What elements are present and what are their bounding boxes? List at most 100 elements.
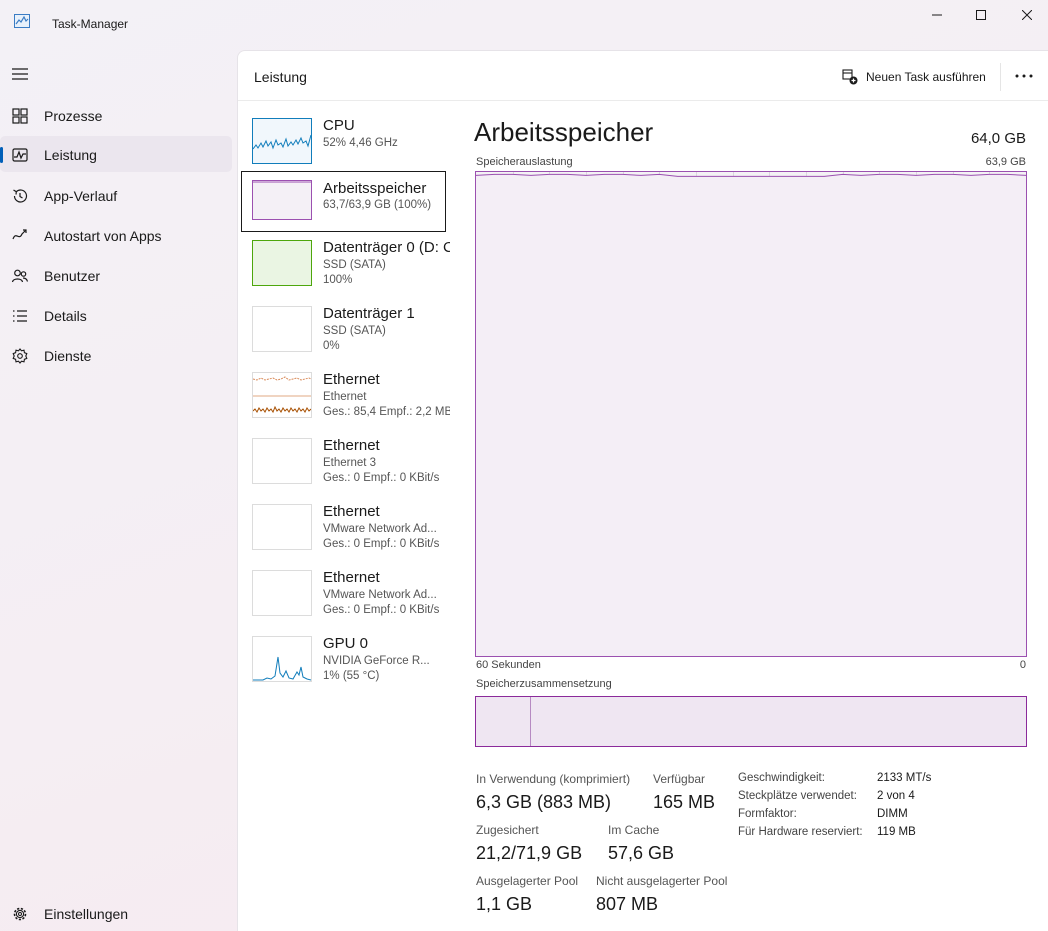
memory-in-use-segment [476, 697, 531, 746]
paged-pool-label: Ausgelagerter Pool [476, 874, 579, 888]
minimize-icon [932, 14, 942, 16]
ethernet-thumbnail-graph [252, 372, 312, 418]
ethernet-thumbnail-graph [252, 504, 312, 550]
device-item-disk-1[interactable]: Datenträger 1 SSD (SATA) 0% [242, 299, 446, 361]
in-use-label: In Verwendung (komprimiert) [476, 772, 631, 786]
memory-usage-area [476, 174, 1026, 656]
task-manager-app-icon [14, 14, 30, 28]
disk-1-thumbnail-graph [252, 306, 312, 352]
sidebar-item-performance[interactable]: Leistung [0, 136, 232, 172]
device-detail: 1% (55 °C) [323, 670, 380, 682]
in-use-value: 6,3 GB (883 MB) [476, 792, 612, 812]
device-detail: 52% 4,46 GHz [323, 137, 398, 149]
memory-total: 64,0 GB [970, 130, 1026, 147]
device-item-ethernet-1[interactable]: Ethernet Ethernet Ges.: 85,4 Empf.: 2,2 … [242, 365, 450, 427]
hamburger-menu-icon[interactable] [12, 68, 28, 80]
time-axis-end: 0 [1019, 659, 1026, 671]
sidebar-item-label: Leistung [44, 147, 97, 163]
disk-0-thumbnail-graph [252, 240, 312, 286]
run-new-task-button[interactable]: Neuen Task ausführen [842, 67, 986, 87]
page-title: Leistung [254, 69, 307, 85]
available-value: 165 MB [653, 792, 716, 812]
device-item-gpu-0[interactable]: GPU 0 NVIDIA GeForce R... 1% (55 °C) [242, 629, 446, 691]
hardware-reserved-label: Für Hardware reserviert: [738, 826, 863, 838]
speed-value: 2133 MT/s [877, 772, 932, 784]
gpu-thumbnail-graph [252, 636, 312, 682]
sidebar-item-services[interactable]: Dienste [0, 337, 232, 373]
sidebar-item-processes[interactable]: Prozesse [0, 97, 232, 133]
gear-icon [13, 907, 27, 921]
ethernet-thumbnail-graph [252, 438, 312, 484]
nonpaged-pool-label: Nicht ausgelagerter Pool [596, 874, 728, 888]
device-detail: SSD (SATA) [323, 325, 386, 337]
device-name: Ethernet [323, 437, 380, 454]
services-icon [12, 348, 28, 364]
maximize-icon [976, 10, 986, 20]
header-divider [1000, 63, 1001, 91]
device-item-ethernet-2[interactable]: Ethernet Ethernet 3 Ges.: 0 Empf.: 0 KBi… [242, 431, 446, 493]
performance-panel: Leistung Neuen Task ausführen CPU 52% 4,… [237, 50, 1048, 931]
device-item-memory[interactable]: Arbeitsspeicher 63,7/63,9 GB (100%) [241, 171, 446, 232]
sidebar-item-settings[interactable]: Einstellungen [0, 895, 232, 931]
panel-header: Leistung Neuen Task ausführen [238, 51, 1048, 101]
device-name: Ethernet [323, 569, 380, 586]
device-detail: 63,7/63,9 GB (100%) [323, 199, 432, 211]
device-name: Arbeitsspeicher [323, 180, 427, 197]
maximize-button[interactable] [958, 0, 1004, 30]
device-name: Datenträger 1 [323, 305, 415, 322]
device-item-disk-0[interactable]: Datenträger 0 (D: C SSD (SATA) 100% [242, 233, 450, 295]
more-options-icon[interactable] [1014, 73, 1034, 79]
active-indicator [0, 147, 3, 163]
hardware-reserved-value: 119 MB [877, 826, 916, 838]
device-name: CPU [323, 117, 355, 134]
composition-label: Speicherzusammensetzung [476, 678, 612, 690]
device-item-ethernet-4[interactable]: Ethernet VMware Network Ad... Ges.: 0 Em… [242, 563, 446, 625]
device-detail: Ethernet [323, 391, 367, 403]
device-detail: VMware Network Ad... [323, 589, 437, 601]
sidebar-item-users[interactable]: Benutzer [0, 257, 232, 293]
device-detail: Ges.: 0 Empf.: 0 KBit/s [323, 538, 440, 550]
device-detail: 0% [323, 340, 340, 352]
usage-graph-label: Speicherauslastung [476, 156, 573, 168]
form-factor-label: Formfaktor: [738, 808, 797, 820]
device-name: GPU 0 [323, 635, 369, 652]
sidebar-item-label: Benutzer [44, 268, 101, 284]
device-name: Ethernet [323, 371, 380, 388]
form-factor-value: DIMM [877, 808, 908, 820]
device-name: Ethernet [323, 503, 380, 520]
close-button[interactable] [1004, 0, 1048, 30]
sidebar-item-label: Dienste [44, 348, 92, 364]
slots-label: Steckplätze verwendet: [738, 790, 857, 802]
new-task-icon [842, 69, 858, 85]
cpu-thumbnail-graph [252, 118, 312, 164]
sidebar-item-app-history[interactable]: App-Verlauf [0, 177, 232, 213]
memory-thumbnail-graph [252, 180, 312, 220]
nonpaged-pool-value: 807 MB [596, 894, 659, 914]
device-detail: 100% [323, 274, 353, 286]
usage-graph-max: 63,9 GB [985, 156, 1026, 168]
slots-value: 2 von 4 [877, 790, 915, 802]
device-detail: Ges.: 0 Empf.: 0 KBit/s [323, 604, 440, 616]
device-detail: SSD (SATA) [323, 259, 386, 271]
processes-icon [12, 108, 28, 124]
sidebar-item-label: Autostart von Apps [44, 228, 162, 244]
users-icon [11, 269, 29, 283]
performance-icon [12, 148, 28, 162]
device-item-ethernet-3[interactable]: Ethernet VMware Network Ad... Ges.: 0 Em… [242, 497, 446, 559]
device-detail: VMware Network Ad... [323, 523, 437, 535]
close-icon [1022, 10, 1032, 20]
device-item-cpu[interactable]: CPU 52% 4,46 GHz [242, 111, 446, 173]
committed-value: 21,2/71,9 GB [476, 843, 583, 863]
device-detail: Ges.: 0 Empf.: 0 KBit/s [323, 472, 440, 484]
sidebar-item-startup-apps[interactable]: Autostart von Apps [0, 217, 232, 253]
window-title: Task-Manager [52, 17, 129, 31]
memory-usage-graph [475, 171, 1027, 657]
device-detail: NVIDIA GeForce R... [323, 655, 430, 667]
minimize-button[interactable] [914, 0, 960, 30]
sidebar-item-details[interactable]: Details [0, 297, 232, 333]
sidebar-item-label: App-Verlauf [44, 188, 118, 204]
paged-pool-value: 1,1 GB [476, 894, 533, 914]
cached-label: Im Cache [608, 823, 660, 837]
device-detail: Ges.: 85,4 Empf.: 2,2 MB [323, 406, 450, 418]
startup-icon [12, 229, 27, 240]
